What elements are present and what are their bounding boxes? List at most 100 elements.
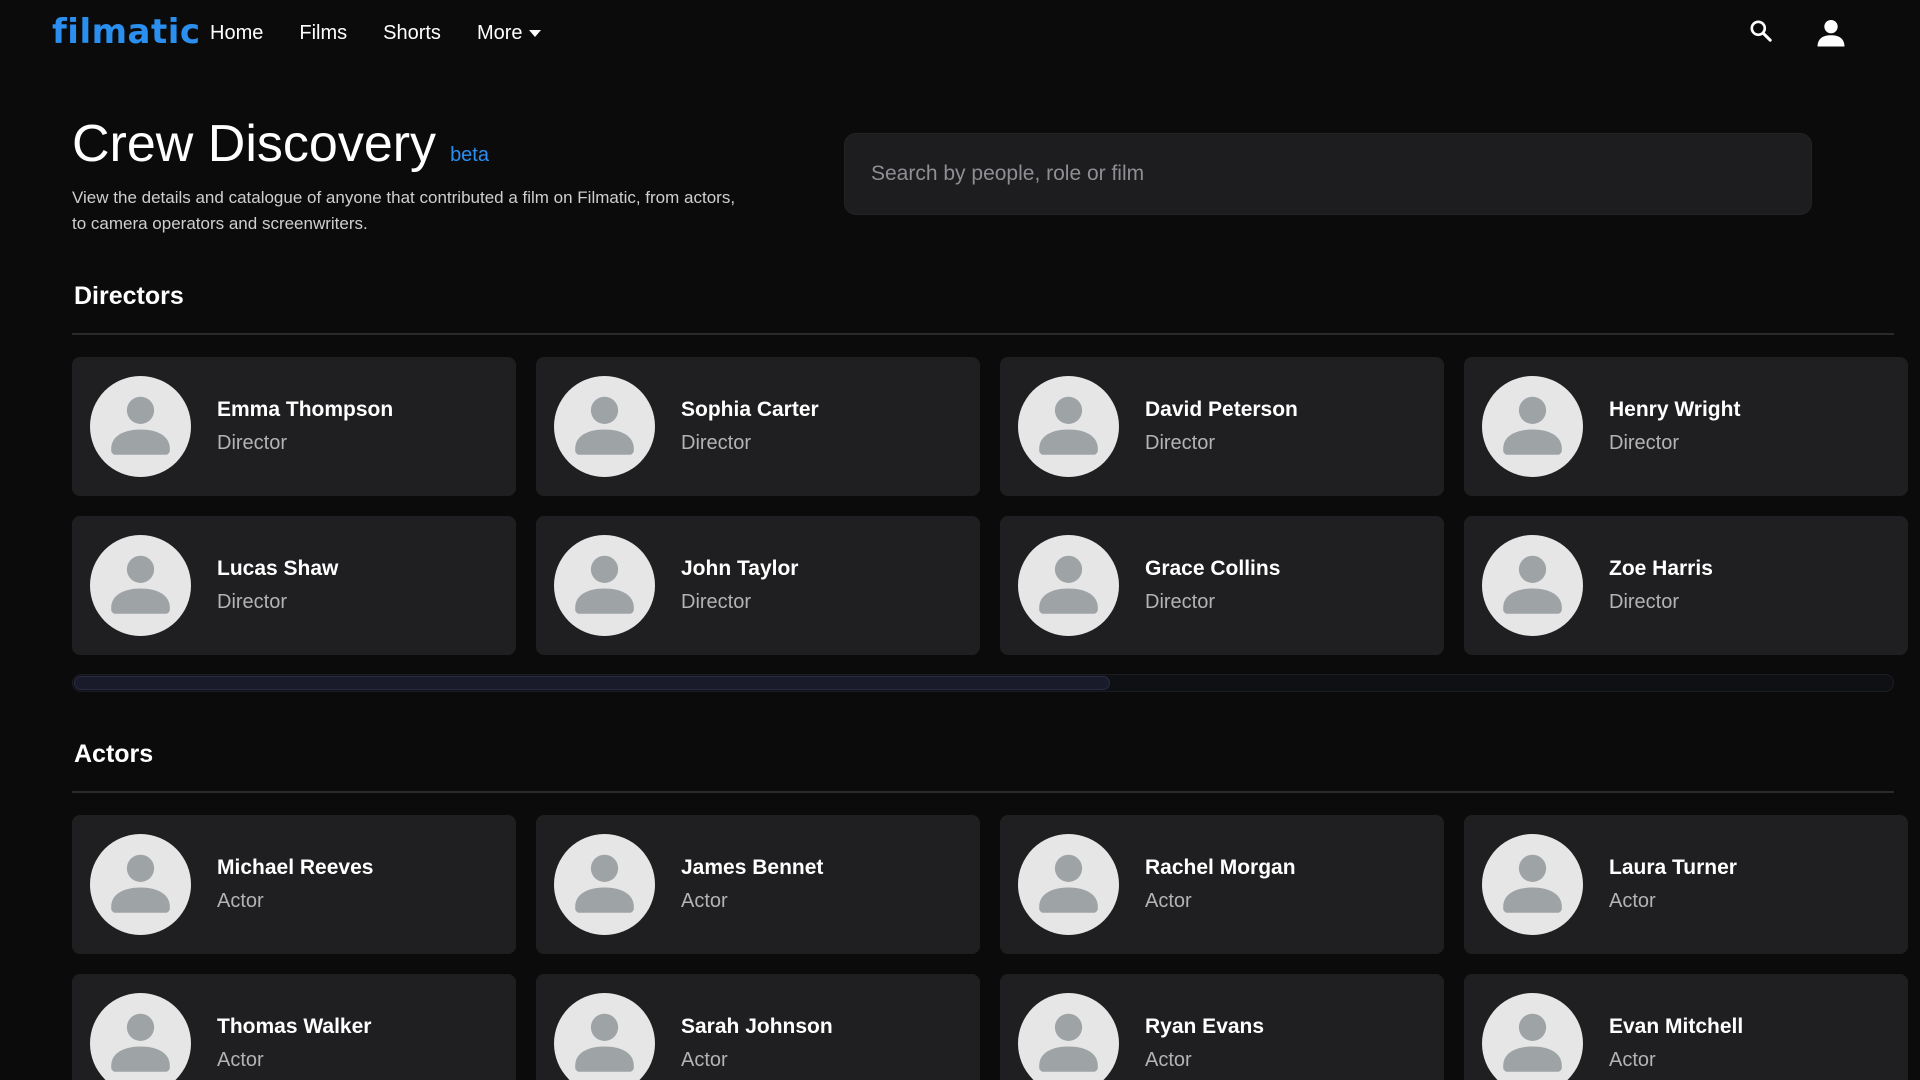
person-card[interactable]: John Taylor Director	[536, 516, 980, 655]
person-info: Thomas Walker Actor	[217, 1015, 371, 1072]
nav-more-dropdown[interactable]: More	[477, 22, 541, 45]
person-card[interactable]: Rachel Morgan Actor	[1000, 815, 1444, 954]
top-navbar: filmatic Home Films Shorts More	[0, 0, 1920, 70]
person-placeholder-icon	[1039, 1013, 1098, 1072]
person-placeholder-icon	[1503, 854, 1562, 913]
person-name: Henry Wright	[1609, 398, 1741, 421]
person-card[interactable]: Sarah Johnson Actor	[536, 974, 980, 1080]
person-info: Evan Mitchell Actor	[1609, 1015, 1743, 1072]
avatar	[554, 834, 655, 935]
person-card[interactable]: Michael Reeves Actor	[72, 815, 516, 954]
person-info: Rachel Morgan Actor	[1145, 856, 1296, 913]
user-icon	[1817, 19, 1845, 47]
person-name: Ryan Evans	[1145, 1015, 1265, 1038]
person-name: Evan Mitchell	[1609, 1015, 1744, 1038]
person-placeholder-icon	[1503, 396, 1562, 455]
person-card[interactable]: James Bennet Actor	[536, 815, 980, 954]
search-input[interactable]	[871, 162, 1811, 186]
person-card[interactable]: Laura Turner Actor	[1464, 815, 1908, 954]
person-placeholder-icon	[111, 854, 170, 913]
person-name: Thomas Walker	[217, 1015, 372, 1038]
user-account-button[interactable]	[1814, 16, 1848, 55]
directors-scrollbar[interactable]	[72, 674, 1894, 692]
person-placeholder-icon	[575, 1013, 634, 1072]
person-card[interactable]: Sophia Carter Director	[536, 357, 980, 496]
section-divider	[72, 333, 1894, 335]
nav-shorts-label: Shorts	[383, 22, 441, 44]
person-card[interactable]: Evan Mitchell Actor	[1464, 974, 1908, 1080]
avatar	[90, 993, 191, 1080]
person-role: Director	[1145, 432, 1216, 454]
avatar	[90, 535, 191, 636]
person-name: Grace Collins	[1145, 557, 1281, 580]
page-description: View the details and catalogue of anyone…	[72, 188, 736, 233]
person-role: Director	[681, 591, 752, 613]
person-placeholder-icon	[1503, 555, 1562, 614]
person-role: Actor	[217, 1049, 264, 1071]
person-name: James Bennet	[681, 856, 824, 879]
person-placeholder-icon	[575, 555, 634, 614]
person-role: Actor	[1609, 1049, 1656, 1071]
person-role: Director	[1609, 591, 1680, 613]
person-name: Michael Reeves	[217, 856, 374, 879]
avatar	[554, 535, 655, 636]
person-name: Lucas Shaw	[217, 557, 339, 580]
person-card[interactable]: Thomas Walker Actor	[72, 974, 516, 1080]
person-name: Zoe Harris	[1609, 557, 1713, 580]
search-button[interactable]	[1748, 18, 1774, 49]
person-info: James Bennet Actor	[681, 856, 823, 913]
page-title: Crew Discovery	[72, 115, 437, 173]
person-info: Michael Reeves Actor	[217, 856, 373, 913]
person-info: David Peterson Director	[1145, 398, 1298, 455]
section-title-actors: Actors	[74, 740, 154, 768]
person-name: Emma Thompson	[217, 398, 394, 421]
person-info: Lucas Shaw Director	[217, 557, 338, 614]
person-info: Sophia Carter Director	[681, 398, 819, 455]
nav-shorts[interactable]: Shorts	[383, 22, 441, 45]
avatar	[90, 376, 191, 477]
person-role: Actor	[1145, 890, 1192, 912]
person-card[interactable]: David Peterson Director	[1000, 357, 1444, 496]
person-role: Actor	[681, 890, 728, 912]
person-info: Ryan Evans Actor	[1145, 1015, 1264, 1072]
person-card[interactable]: Henry Wright Director	[1464, 357, 1908, 496]
person-placeholder-icon	[111, 396, 170, 455]
avatar	[554, 376, 655, 477]
person-name: Laura Turner	[1609, 856, 1737, 879]
person-placeholder-icon	[1039, 555, 1098, 614]
person-name: Sarah Johnson	[681, 1015, 833, 1038]
person-info: Henry Wright Director	[1609, 398, 1740, 455]
avatar	[1482, 535, 1583, 636]
person-role: Actor	[1145, 1049, 1192, 1071]
person-role: Director	[217, 591, 288, 613]
section-divider	[72, 791, 1894, 793]
person-info: Zoe Harris Director	[1609, 557, 1713, 614]
avatar	[1018, 535, 1119, 636]
caret-down-icon	[528, 30, 541, 37]
person-info: Emma Thompson Director	[217, 398, 393, 455]
section-title-directors: Directors	[74, 282, 184, 310]
person-placeholder-icon	[111, 1013, 170, 1072]
person-role: Actor	[681, 1049, 728, 1071]
person-card[interactable]: Grace Collins Director	[1000, 516, 1444, 655]
scrollbar-thumb[interactable]	[74, 676, 1110, 690]
nav-more-label: More	[476, 22, 523, 44]
person-name: David Peterson	[1145, 398, 1298, 421]
avatar	[1018, 834, 1119, 935]
person-card[interactable]: Emma Thompson Director	[72, 357, 516, 496]
person-placeholder-icon	[1039, 396, 1098, 455]
beta-badge: beta	[450, 144, 489, 166]
person-card[interactable]: Lucas Shaw Director	[72, 516, 516, 655]
avatar	[1482, 376, 1583, 477]
nav-links: Home Films Shorts More	[210, 22, 577, 45]
search-bar	[844, 133, 1812, 215]
filmatic-logo[interactable]: filmatic	[52, 12, 201, 52]
person-card[interactable]: Zoe Harris Director	[1464, 516, 1908, 655]
person-placeholder-icon	[111, 555, 170, 614]
person-role: Actor	[1609, 890, 1656, 912]
nav-films[interactable]: Films	[299, 22, 347, 45]
person-name: Sophia Carter	[681, 398, 819, 421]
person-placeholder-icon	[1503, 1013, 1562, 1072]
person-card[interactable]: Ryan Evans Actor	[1000, 974, 1444, 1080]
nav-home[interactable]: Home	[210, 22, 263, 45]
